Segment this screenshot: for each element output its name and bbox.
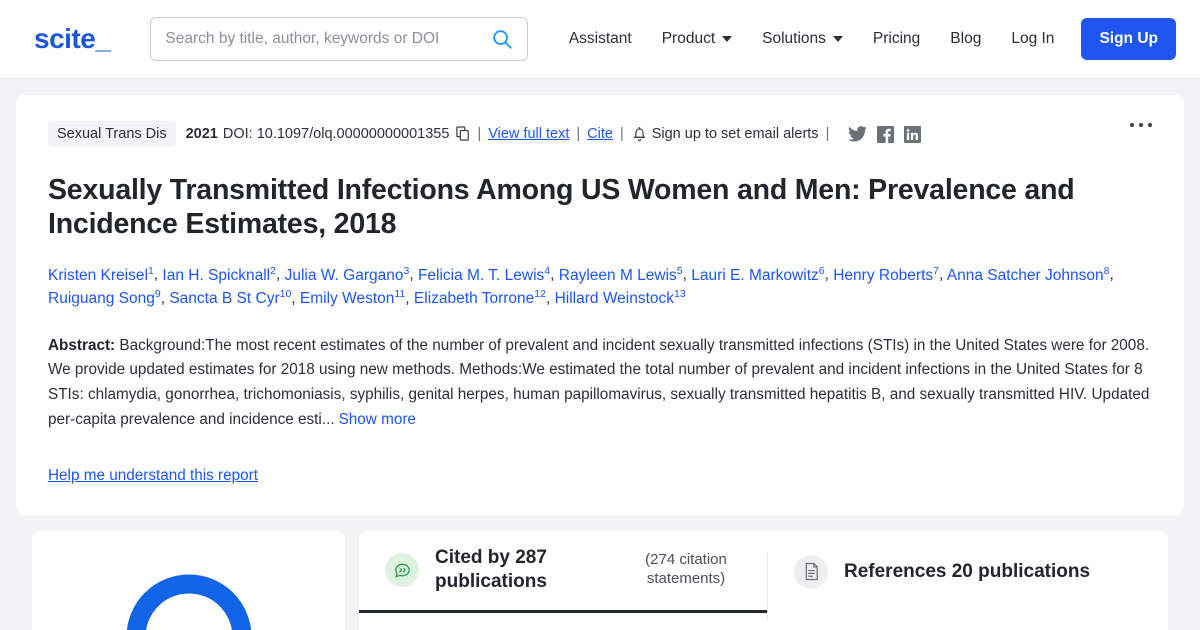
author-link[interactable]: Felicia M. T. Lewis4 <box>418 264 550 283</box>
author-link[interactable]: Henry Roberts7 <box>833 264 939 283</box>
meta-separator: | <box>576 126 581 142</box>
nav-item-pricing[interactable]: Pricing <box>858 22 935 56</box>
view-full-text-link[interactable]: View full text <box>488 126 569 142</box>
author-link[interactable]: Kristen Kreisel1 <box>48 264 154 283</box>
show-more-link[interactable]: Show more <box>339 411 416 428</box>
author-link[interactable]: Emily Weston11 <box>300 288 406 307</box>
meta-separator: | <box>619 126 624 142</box>
citation-gauge-arc <box>126 574 251 630</box>
author-list: Kristen Kreisel1, Ian H. Spicknall2, Jul… <box>48 263 1152 310</box>
author-link[interactable]: Rayleen M Lewis5 <box>559 264 683 283</box>
author-separator: , <box>824 266 834 284</box>
publication-year: 2021 <box>185 126 218 142</box>
publication-card: Sexual Trans Dis 2021 DOI: 10.1097/olq.0… <box>16 95 1184 515</box>
nav-label: Solutions <box>762 30 826 47</box>
tab-references[interactable]: References 20 publications <box>768 531 1116 613</box>
author-separator: , <box>291 290 300 308</box>
tab-cited-by[interactable]: Cited by 287 publications (274 citation … <box>359 531 767 613</box>
author-link[interactable]: Anna Satcher Johnson8 <box>947 264 1110 283</box>
linkedin-icon[interactable] <box>904 125 922 143</box>
cite-link[interactable]: Cite <box>587 126 613 142</box>
search-input[interactable] <box>165 30 491 48</box>
author-affiliation-marker: 12 <box>534 288 546 300</box>
citation-tabs: Cited by 287 publications (274 citation … <box>359 530 1168 630</box>
chevron-down-icon <box>832 36 843 42</box>
author-separator: , <box>405 290 414 308</box>
nav-label: Blog <box>950 30 982 47</box>
journal-badge[interactable]: Sexual Trans Dis <box>48 121 176 147</box>
bell-icon[interactable] <box>633 126 646 142</box>
site-header: scite_ Assistant Product Solutions Prici… <box>0 0 1200 79</box>
sign-up-button[interactable]: Sign Up <box>1081 18 1176 60</box>
page-body: Sexual Trans Dis 2021 DOI: 10.1097/olq.0… <box>0 79 1200 630</box>
abstract-text: Background:The most recent estimates of … <box>48 336 1150 428</box>
search-icon[interactable] <box>491 28 513 50</box>
tab-label: References 20 publications <box>844 560 1091 582</box>
author-separator: , <box>275 266 285 284</box>
nav-item-assistant[interactable]: Assistant <box>554 22 647 56</box>
search-bar[interactable] <box>150 17 528 61</box>
author-affiliation-marker: 10 <box>279 288 292 300</box>
page-title: Sexually Transmitted Infections Among US… <box>48 174 1075 241</box>
author-separator: , <box>682 266 692 284</box>
nav-item-login[interactable]: Log In <box>996 22 1069 56</box>
copy-icon[interactable] <box>456 126 470 142</box>
abstract-section: Abstract: Background:The most recent est… <box>48 334 1152 433</box>
nav-label: Log In <box>1011 30 1055 47</box>
doi-text: DOI: 10.1097/olq.00000000001355 <box>222 126 450 142</box>
author-affiliation-marker: 11 <box>394 288 406 300</box>
author-separator: , <box>545 290 555 308</box>
primary-nav: Assistant Product Solutions Pricing Blog… <box>554 18 1176 60</box>
help-understand-report-link[interactable]: Help me understand this report <box>48 467 258 485</box>
meta-separator: | <box>477 126 482 142</box>
twitter-icon[interactable] <box>848 125 868 143</box>
tab-label: Cited by 287 publications <box>435 547 547 593</box>
author-link[interactable]: Elizabeth Torrone12 <box>414 288 546 307</box>
nav-label: Pricing <box>872 30 921 47</box>
nav-item-blog[interactable]: Blog <box>935 22 996 56</box>
nav-item-product[interactable]: Product <box>647 22 747 56</box>
author-link[interactable]: Sancta B St Cyr10 <box>169 288 292 307</box>
tab-sublabel: (274 citation statements) <box>645 551 727 588</box>
nav-label: Assistant <box>568 30 632 47</box>
more-options-icon[interactable] <box>1124 117 1158 133</box>
nav-item-solutions[interactable]: Solutions <box>747 22 858 56</box>
meta-separator: | <box>825 126 830 142</box>
author-separator: , <box>939 266 947 284</box>
citation-gauge-card <box>32 530 345 630</box>
author-separator: , <box>1109 266 1114 284</box>
social-share-group <box>848 125 922 143</box>
author-affiliation-marker: 13 <box>674 288 686 300</box>
document-icon <box>794 554 828 589</box>
author-separator: , <box>550 266 559 284</box>
scite-logo[interactable]: scite_ <box>34 23 111 55</box>
email-alerts-text[interactable]: Sign up to set email alerts <box>652 126 819 142</box>
author-link[interactable]: Ruiguang Song9 <box>48 288 161 307</box>
facebook-icon[interactable] <box>877 125 895 143</box>
author-separator: , <box>409 266 418 284</box>
chevron-down-icon <box>722 36 733 42</box>
author-link[interactable]: Ian H. Spicknall2 <box>162 264 276 283</box>
quote-bubble-icon <box>385 553 419 588</box>
author-link[interactable]: Julia W. Gargano3 <box>285 264 410 283</box>
author-link[interactable]: Lauri E. Markowitz6 <box>691 264 824 283</box>
nav-label: Product <box>661 30 716 47</box>
publication-meta: Sexual Trans Dis 2021 DOI: 10.1097/olq.0… <box>48 121 1152 147</box>
abstract-label: Abstract: <box>48 336 116 354</box>
bottom-section: Cited by 287 publications (274 citation … <box>16 515 1184 630</box>
author-link[interactable]: Hillard Weinstock13 <box>555 288 686 307</box>
